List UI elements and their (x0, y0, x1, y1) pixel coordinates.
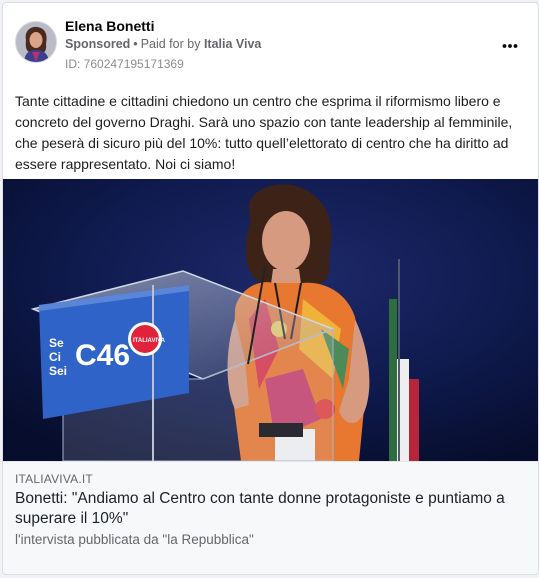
avatar-portrait-icon (16, 22, 56, 62)
podium-sign-line-3: Sei (49, 364, 67, 378)
ad-id: ID: 760247195171369 (65, 57, 184, 71)
page-name[interactable]: Elena Bonetti (65, 18, 154, 34)
more-options-button[interactable] (502, 36, 518, 48)
post-header: Elena Bonetti Sponsored • Paid for by Ital… (3, 3, 538, 83)
podium-logo: ITALIAVIVA (133, 338, 166, 344)
link-preview[interactable]: ITALIAVIVA.IT Bonetti: "Andiamo al Centr… (3, 461, 538, 574)
speaker-photo: Se Ci Sei C46 ITALIAVIVA (3, 179, 538, 461)
podium-sign-big: C46 (75, 339, 130, 372)
paid-for-prefix: Paid for by (140, 37, 201, 51)
post-image[interactable]: Se Ci Sei C46 ITALIAVIVA (3, 179, 538, 461)
link-headline[interactable]: Bonetti: "Andiamo al Centro con tante do… (15, 489, 525, 529)
separator-dot: • (133, 37, 138, 51)
post-body-text: Tante cittadine e cittadini chiedono un … (15, 93, 513, 172)
ad-card: Elena Bonetti Sponsored • Paid for by Ital… (2, 2, 539, 575)
more-options-icon (502, 44, 518, 48)
sponsored-label: Sponsored (65, 37, 131, 51)
link-description: l'intervista pubblicata da "la Repubblic… (15, 532, 254, 547)
avatar[interactable] (15, 21, 57, 63)
link-domain: ITALIAVIVA.IT (15, 472, 93, 486)
paid-for-by-link[interactable]: Italia Viva (204, 37, 261, 51)
podium-sign-line-2: Ci (49, 350, 61, 364)
podium-sign-line-1: Se (49, 336, 64, 350)
sponsored-line: Sponsored • Paid for by Italia Viva (65, 37, 261, 51)
